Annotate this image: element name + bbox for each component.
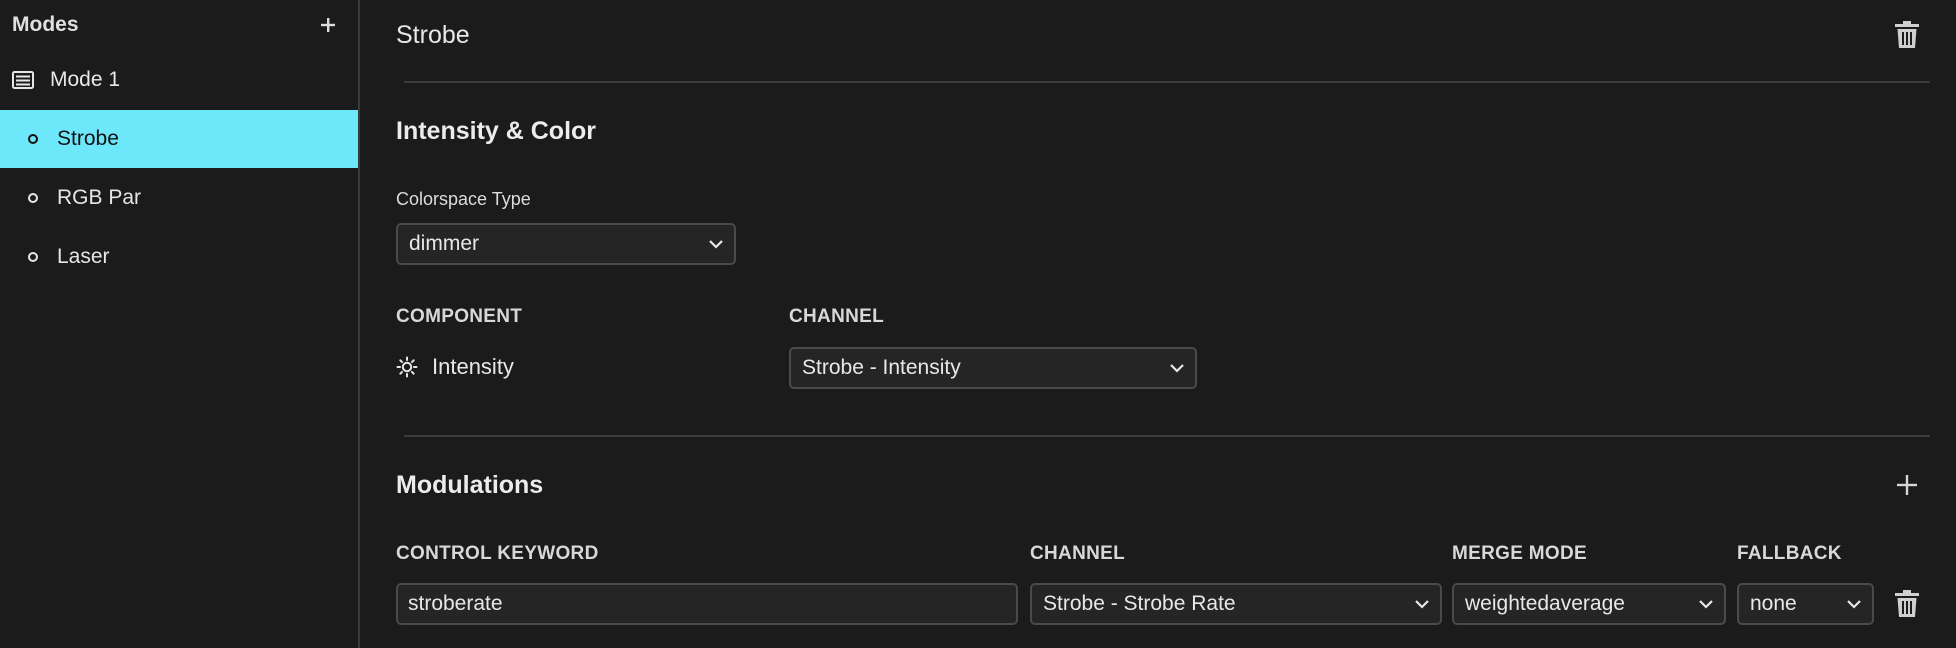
mode-label: Mode 1 [50, 68, 121, 91]
mod-channel-header: CHANNEL [1030, 543, 1125, 564]
divider [404, 435, 1930, 437]
channel-header: CHANNEL [789, 306, 884, 327]
component-row: Intensity [396, 354, 514, 380]
app: Modes Mode 1 Strobe RGB Par Laser Strobe… [0, 0, 1956, 648]
plus-icon [1897, 475, 1917, 495]
section-title-modulations: Modulations [396, 471, 544, 499]
fixture-label: RGB Par [57, 186, 142, 209]
merge-mode-value: weightedaverage [1465, 592, 1625, 615]
section-title-intensity: Intensity & Color [396, 117, 597, 145]
fixture-label: Strobe [57, 127, 119, 150]
trash-icon [1895, 21, 1919, 48]
circle-icon [28, 193, 38, 203]
page-title: Strobe [396, 21, 470, 49]
chevron-down-icon [1847, 600, 1861, 609]
mode-item[interactable]: Mode 1 [0, 60, 358, 100]
plus-icon [321, 18, 335, 32]
circle-icon [28, 134, 38, 144]
component-header: COMPONENT [396, 306, 523, 327]
control-keyword-input[interactable] [396, 583, 1018, 625]
trash-icon [1895, 590, 1919, 617]
modulation-channel-value: Strobe - Strobe Rate [1043, 592, 1236, 615]
fixture-item-rgb-par[interactable]: RGB Par [0, 169, 358, 227]
chevron-down-icon [1415, 600, 1429, 609]
fixture-item-laser[interactable]: Laser [0, 228, 358, 286]
fallback-select[interactable]: none [1737, 583, 1874, 625]
add-modulation-button[interactable] [1892, 468, 1922, 502]
merge-mode-select[interactable]: weightedaverage [1452, 583, 1726, 625]
component-channel-value: Strobe - Intensity [802, 356, 961, 379]
sidebar-title: Modes [12, 13, 79, 36]
fallback-value: none [1750, 592, 1797, 615]
modulation-channel-select[interactable]: Strobe - Strobe Rate [1030, 583, 1442, 625]
chevron-down-icon [1699, 600, 1713, 609]
divider [404, 81, 1930, 83]
delete-modulation-button[interactable] [1892, 587, 1922, 621]
chevron-down-icon [709, 240, 723, 249]
list-box-icon [12, 68, 36, 92]
fixture-label: Laser [57, 245, 110, 268]
colorspace-select[interactable]: dimmer [396, 223, 736, 265]
fallback-header: FALLBACK [1737, 543, 1842, 564]
colorspace-value: dimmer [409, 232, 480, 255]
delete-fixture-button[interactable] [1892, 18, 1922, 52]
component-channel-select[interactable]: Strobe - Intensity [789, 347, 1197, 389]
chevron-down-icon [1170, 364, 1184, 373]
circle-icon [28, 252, 38, 262]
main-panel: Strobe Intensity & Color Colorspace Type… [362, 0, 1956, 648]
sidebar: Modes Mode 1 Strobe RGB Par Laser [0, 0, 360, 648]
fixture-item-strobe[interactable]: Strobe [0, 110, 358, 168]
brightness-icon [396, 355, 420, 379]
sidebar-header: Modes [12, 11, 342, 39]
colorspace-label: Colorspace Type [396, 189, 531, 209]
keyword-header: CONTROL KEYWORD [396, 543, 599, 564]
component-label: Intensity [432, 354, 514, 379]
merge-mode-header: MERGE MODE [1452, 543, 1587, 564]
add-mode-button[interactable] [314, 11, 342, 39]
